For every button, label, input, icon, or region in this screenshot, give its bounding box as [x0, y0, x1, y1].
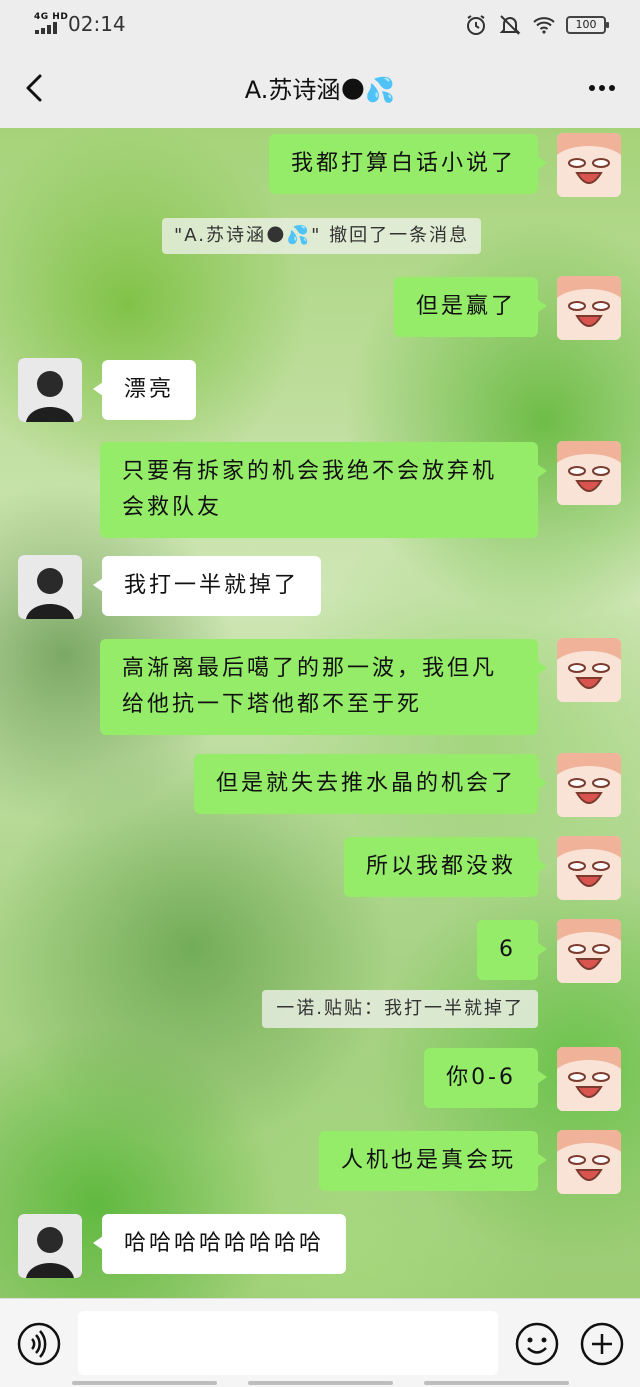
self-avatar[interactable]	[557, 276, 621, 340]
emoji-icon[interactable]	[514, 1321, 560, 1367]
more-dots-icon[interactable]	[582, 68, 622, 108]
mute-bell-icon	[499, 15, 521, 35]
message-bubble-outgoing[interactable]: 但是赢了	[393, 277, 548, 337]
contact-avatar[interactable]	[18, 358, 82, 422]
quoted-message[interactable]: 一诺.贴贴：我打一半就掉了	[262, 990, 538, 1028]
message-bubble-incoming[interactable]: 哈哈哈哈哈哈哈哈	[92, 1214, 347, 1274]
recall-notice: "A.苏诗涵🌑💦" 撤回了一条消息	[162, 218, 482, 254]
contact-avatar[interactable]	[18, 1214, 82, 1278]
message-bubble-outgoing[interactable]: 所以我都没救	[343, 837, 548, 897]
alarm-icon	[467, 15, 485, 35]
nav-indicator	[424, 1381, 569, 1385]
battery-level: 100	[575, 18, 597, 31]
contact-avatar[interactable]	[18, 555, 82, 619]
message-input[interactable]	[78, 1311, 498, 1375]
chat-title: A.苏诗涵🌑💦	[244, 76, 396, 104]
message-bubble-incoming[interactable]: 我打一半就掉了	[92, 556, 322, 616]
voice-icon[interactable]	[16, 1321, 62, 1367]
clock: 02:14	[68, 12, 126, 36]
message-bubble-incoming[interactable]: 漂亮	[92, 360, 197, 420]
message-bubble-outgoing[interactable]: 人机也是真会玩	[318, 1131, 548, 1191]
plus-icon[interactable]	[579, 1321, 625, 1367]
message-bubble-outgoing[interactable]: 只要有拆家的机会我绝不会放弃机会救队友	[100, 442, 547, 538]
message-bubble-outgoing[interactable]: 6	[477, 920, 547, 980]
self-avatar[interactable]	[557, 753, 621, 817]
signal-icon	[35, 22, 61, 34]
nav-indicator	[248, 1381, 393, 1385]
self-avatar[interactable]	[557, 919, 621, 983]
network-indicator: 4G HD	[34, 12, 69, 22]
battery-icon: 100	[566, 16, 609, 34]
self-avatar[interactable]	[557, 638, 621, 702]
message-bubble-outgoing[interactable]: 但是就失去推水晶的机会了	[193, 754, 548, 814]
self-avatar[interactable]	[557, 441, 621, 505]
status-bar: 4G HD 02:14 100	[0, 0, 640, 48]
message-bubble-outgoing[interactable]: 你0-6	[424, 1048, 547, 1108]
self-avatar[interactable]	[557, 133, 621, 197]
input-bar	[0, 1298, 640, 1387]
self-avatar[interactable]	[557, 836, 621, 900]
nav-indicator	[72, 1381, 217, 1385]
self-avatar[interactable]	[557, 1047, 621, 1111]
chat-header: A.苏诗涵🌑💦	[0, 48, 640, 128]
message-bubble-outgoing[interactable]: 我都打算白话小说了	[268, 134, 548, 194]
message-bubble-outgoing[interactable]: 高渐离最后噶了的那一波，我但凡给他抗一下塔他都不至于死	[100, 639, 547, 735]
wifi-icon	[533, 17, 555, 34]
chat-area[interactable]: 我都打算白话小说了 "A.苏诗涵🌑💦" 撤回了一条消息 但是赢了 漂亮 只要有拆…	[0, 128, 640, 1298]
self-avatar[interactable]	[557, 1130, 621, 1194]
